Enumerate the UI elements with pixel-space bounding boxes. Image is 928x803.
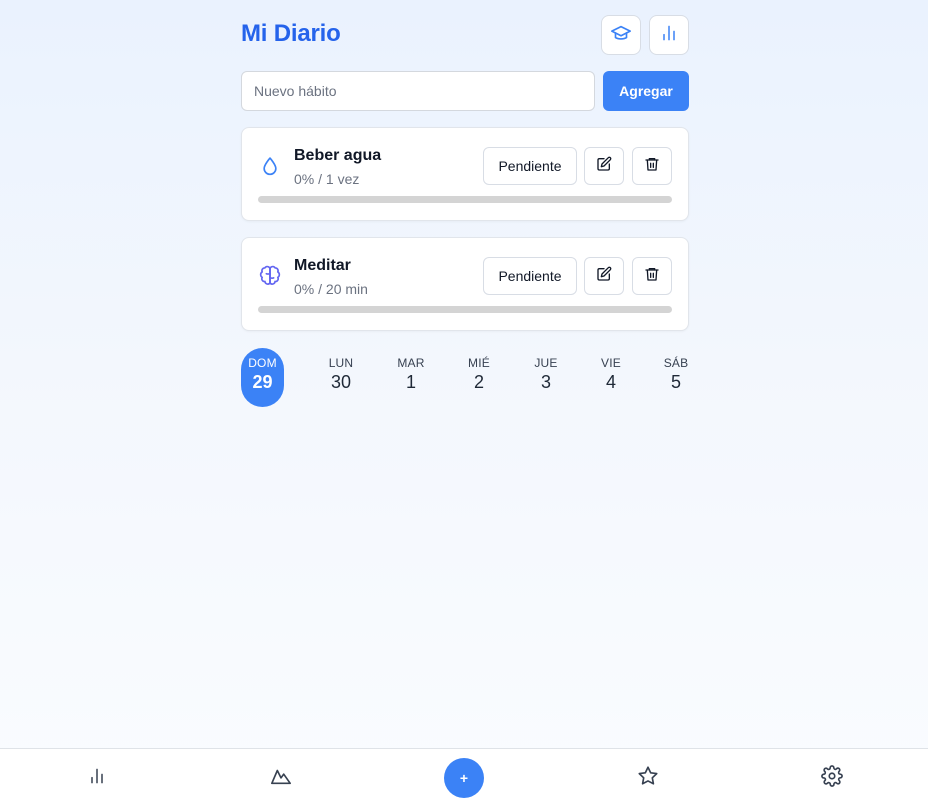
habit-name: Meditar — [294, 257, 351, 274]
day-number: 3 — [540, 372, 551, 392]
nav-settings[interactable] — [820, 764, 844, 792]
bar-chart-icon — [87, 766, 107, 791]
day-monday[interactable]: LUN 30 — [319, 348, 363, 407]
edit-icon — [596, 266, 612, 287]
day-number: 29 — [252, 372, 273, 392]
habit-progress-bar — [258, 196, 672, 203]
add-habit-form: Agregar — [241, 71, 689, 111]
day-name: LUN — [328, 356, 354, 370]
app-header: Mi Diario — [241, 0, 689, 70]
main-container: Mi Diario Agregar — [241, 0, 689, 407]
edit-habit-button[interactable] — [584, 147, 624, 185]
day-number: 4 — [605, 372, 616, 392]
day-wednesday[interactable]: MIÉ 2 — [457, 348, 501, 407]
habit-status-button[interactable]: Pendiente — [483, 257, 577, 295]
day-name: DOM — [248, 356, 277, 370]
stats-button[interactable] — [649, 15, 689, 55]
brain-icon — [258, 264, 282, 288]
habit-name: Beber agua — [294, 147, 382, 164]
day-name: JUE — [534, 356, 558, 370]
day-name: SÁB — [663, 356, 689, 370]
day-saturday[interactable]: SÁB 5 — [654, 348, 698, 407]
habit-progress-text: 0% / 20 min — [294, 281, 368, 297]
bar-chart-icon — [659, 23, 679, 48]
new-habit-input[interactable] — [241, 71, 595, 111]
habit-card[interactable]: Meditar 0% / 20 min Pendiente — [241, 237, 689, 331]
edit-habit-button[interactable] — [584, 257, 624, 295]
day-number: 30 — [330, 372, 352, 392]
day-number: 5 — [670, 372, 681, 392]
trash-icon — [644, 156, 660, 177]
day-sunday[interactable]: DOM 29 — [241, 348, 284, 407]
habit-progress-text: 0% / 1 vez — [294, 171, 360, 187]
day-thursday[interactable]: JUE 3 — [524, 348, 568, 407]
add-fab-button[interactable]: + — [444, 758, 484, 798]
graduation-cap-icon — [610, 22, 632, 49]
learn-button[interactable] — [601, 15, 641, 55]
add-habit-button[interactable]: Agregar — [603, 71, 689, 111]
edit-icon — [596, 156, 612, 177]
week-day-selector: DOM 29 LUN 30 MAR 1 MIÉ 2 JUE 3 VIE 4 SÁ… — [241, 348, 689, 408]
nav-favorites[interactable] — [636, 765, 660, 792]
water-drop-icon — [258, 154, 282, 178]
day-name: VIE — [601, 356, 621, 370]
day-name: MIÉ — [468, 356, 490, 370]
habit-progress-bar — [258, 306, 672, 313]
trash-icon — [644, 266, 660, 287]
habit-card[interactable]: Beber agua 0% / 1 vez Pendiente — [241, 127, 689, 221]
day-number: 2 — [473, 372, 484, 392]
day-tuesday[interactable]: MAR 1 — [389, 348, 433, 407]
delete-habit-button[interactable] — [632, 147, 672, 185]
star-icon — [637, 765, 659, 792]
mountain-icon — [270, 765, 292, 792]
habit-status-button[interactable]: Pendiente — [483, 147, 577, 185]
day-name: MAR — [397, 356, 425, 370]
plus-icon: + — [459, 770, 469, 786]
bottom-nav: + — [0, 748, 928, 803]
nav-goals[interactable] — [269, 766, 293, 790]
day-friday[interactable]: VIE 4 — [589, 348, 633, 407]
app-title: Mi Diario — [241, 20, 341, 47]
nav-stats[interactable] — [85, 766, 109, 790]
settings-gear-icon — [821, 764, 843, 792]
day-number: 1 — [405, 372, 416, 392]
delete-habit-button[interactable] — [632, 257, 672, 295]
